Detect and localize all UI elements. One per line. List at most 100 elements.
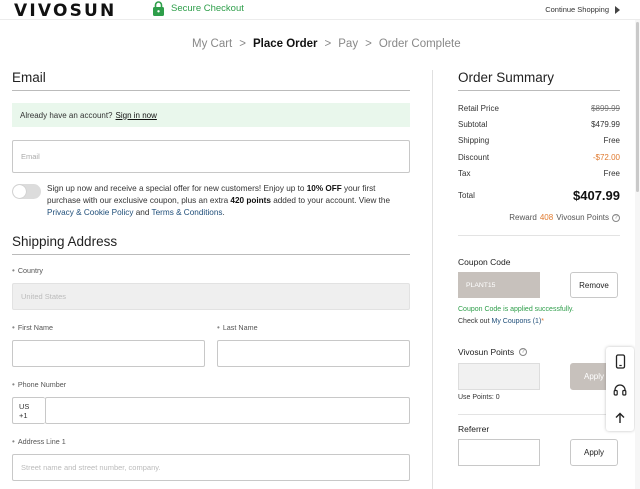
summary-label: Retail Price [458,103,499,113]
apply-referrer-button[interactable]: Apply [570,439,618,467]
phone-icon[interactable] [615,354,626,369]
promo-text: Sign up now and receive a special offer … [47,184,307,193]
reward-prefix: Reward [509,213,537,223]
step-separator: > [365,38,372,50]
sign-in-banner-text: Already have an account? [20,110,113,120]
points-input[interactable] [458,363,540,391]
summary-row-tax: Tax Free [458,165,620,181]
info-icon[interactable]: ? [519,348,528,357]
coupon-dot: * [541,318,545,326]
step-separator: > [324,38,332,50]
step-pay: Pay [338,38,359,50]
checkout-steps: My Cart > Place Order > Pay > Order Comp… [192,38,461,50]
email-field[interactable]: Email [12,140,410,173]
promo-discount: 10% OFF [306,184,342,193]
referrer-input[interactable] [458,439,540,467]
phone-field[interactable] [45,397,410,424]
summary-rows: Retail Price $899.99 Subtotal $479.99 Sh… [458,100,620,205]
secure-checkout-label: Secure Checkout [171,3,244,14]
coupon-input[interactable]: PLANT15 [458,272,540,299]
referrer-title: Referrer [458,424,620,434]
sign-in-banner: Already have an account? Sign in now [12,103,410,127]
divider [458,235,620,237]
summary-value: $899.99 [591,103,620,113]
points-title-text: Vivosun Points [458,347,515,358]
address1-placeholder: Street name and street number, company. [21,463,161,472]
step-my-cart[interactable]: My Cart [192,38,232,50]
remove-coupon-button[interactable]: Remove [570,272,618,299]
country-label: • Country [12,266,410,275]
sign-in-link[interactable]: Sign in now [116,111,157,120]
summary-row-subtotal: Subtotal $479.99 [458,116,620,132]
summary-row-shipping: Shipping Free [458,133,620,149]
last-name-field[interactable] [217,340,410,367]
step-place-order: Place Order [252,38,318,50]
phone-row: US +1 [12,397,410,424]
floating-toolbar [606,347,634,431]
reward-points-value: 408 [539,213,554,223]
summary-row-retail: Retail Price $899.99 [458,100,620,116]
address1-label: • Address Line 1 [12,437,410,446]
column-divider [432,70,433,489]
first-name-label-text: First Name [17,323,53,332]
use-points-text: Use Points: 0 [458,394,500,402]
secure-checkout: Secure Checkout [152,1,244,16]
info-icon[interactable]: ? [612,213,620,222]
continue-shopping-label[interactable]: Continue Shopping [545,5,609,14]
points-row: Apply [458,363,620,391]
apply-label: Apply [583,448,604,458]
referrer-row: Apply [458,439,620,467]
coupon-row: PLANT15 Remove [458,272,620,302]
phone-label-text: Phone Number [17,380,67,389]
signup-toggle[interactable] [12,184,41,199]
step-order-complete: Order Complete [378,38,461,50]
summary-value: $479.99 [591,119,620,129]
email-section-title: Email [12,70,410,91]
phone-label: • Phone Number [12,380,410,389]
first-name-field[interactable] [12,340,205,367]
country-select[interactable]: United States [12,283,410,310]
summary-label: Tax [458,168,471,178]
privacy-policy-link[interactable]: Privacy & Cookie Policy [47,208,133,217]
coupon-success-message: Coupon Code is applied successfully. [458,306,574,314]
email-placeholder: Email [21,152,40,161]
summary-value: -$72.00 [592,152,620,162]
address1-field[interactable]: Street name and street number, company. [12,454,410,481]
signup-offer: Sign up now and receive a special offer … [12,181,410,223]
points-title: Vivosun Points ? [458,347,620,357]
summary-row-discount: Discount -$72.00 [458,149,620,165]
referrer-title-text: Referrer [458,424,490,435]
signup-promo-text: Sign up now and receive a special offer … [47,183,407,219]
name-row: • First Name • Last Name [12,323,410,367]
headset-icon[interactable] [613,383,627,397]
my-coupons-line: Check out My Coupons (1)* [458,318,620,325]
total-value: $407.99 [573,187,620,203]
summary-label: Subtotal [458,119,488,129]
checkout-prefix: Check out [458,318,490,326]
promo-points: 420 points [230,196,271,205]
summary-value: Free [603,136,620,146]
lock-icon [153,1,164,16]
my-coupons-link[interactable]: My Coupons (1) [491,318,541,325]
phone-country-code[interactable]: US +1 [12,397,45,424]
last-name-label-text: Last Name [222,323,258,332]
scrollbar-thumb[interactable] [636,22,639,192]
logo[interactable]: VIVOSUN [14,1,116,21]
summary-row-total: Total $407.99 [458,185,620,205]
first-name-group: • First Name [12,323,205,367]
country-value: United States [21,292,67,301]
summary-value: Free [603,168,620,178]
country-label-text: Country [17,266,43,275]
continue-shopping-link[interactable]: Continue Shopping [545,5,620,14]
shipping-section-title: Shipping Address [12,234,410,255]
apply-label: Apply [583,372,604,382]
last-name-label: • Last Name [217,323,410,332]
step-separator: > [239,38,246,50]
divider [458,414,620,416]
terms-link[interactable]: Terms & Conditions [152,208,223,217]
required-mark: • [12,437,15,446]
triangle-right-icon [615,5,620,14]
arrow-up-icon[interactable] [614,412,626,424]
promo-text: . [222,208,225,217]
reward-points: Reward 408 Vivosun Points ? [458,213,620,222]
